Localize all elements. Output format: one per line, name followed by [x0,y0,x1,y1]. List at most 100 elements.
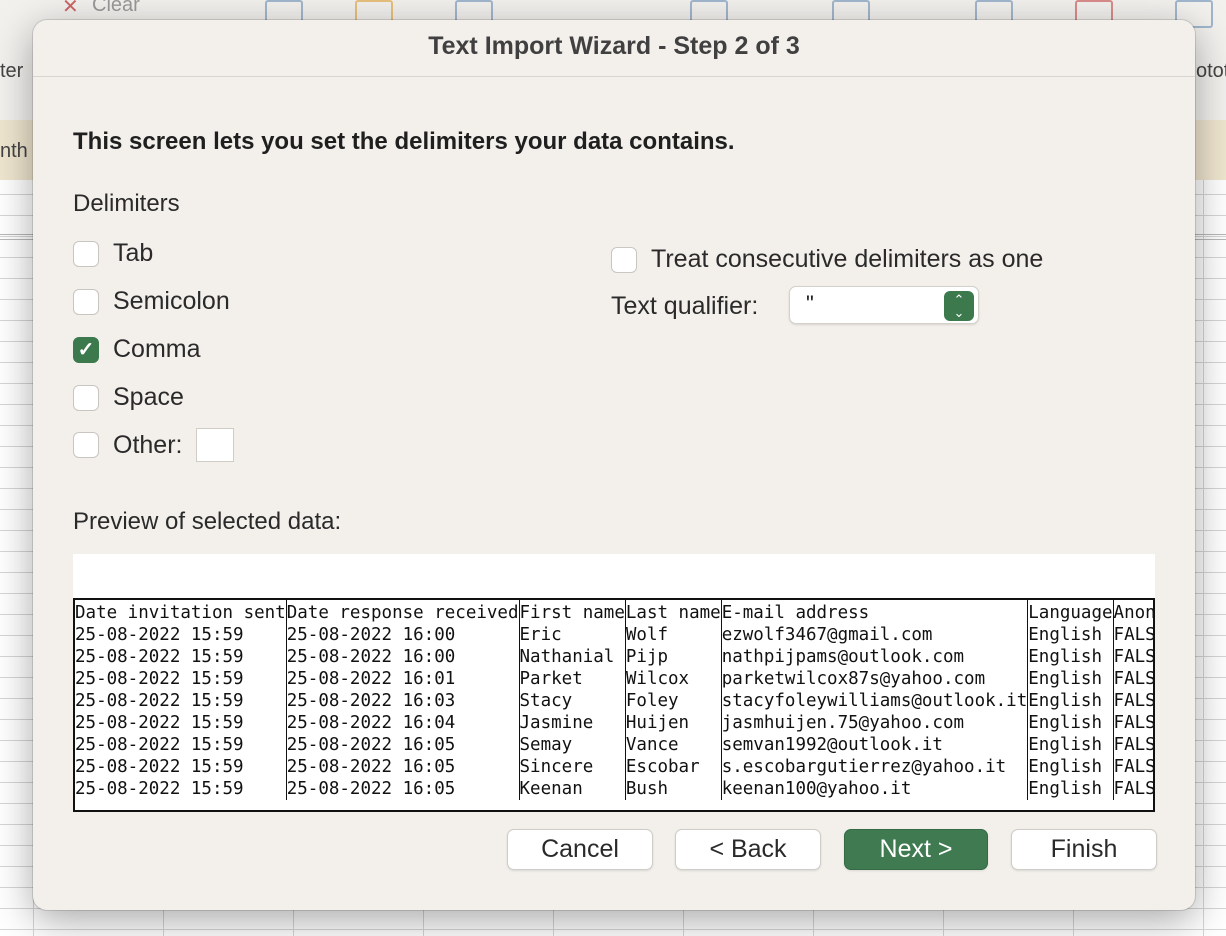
preview-row: 25-08-2022 15:59 25-08-2022 16:00 Eric Wolf… [75,624,1155,646]
preview-cell: Huijen [625,712,722,734]
title-divider [33,76,1195,77]
preview-header-cell: Anon [1113,600,1153,624]
tab-label: Tab [113,239,154,267]
preview-cell: 25-08-2022 16:03 [286,690,520,712]
preview-cell: English [1027,734,1114,756]
preview-cell: 25-08-2022 16:00 [286,646,520,668]
consecutive-delimiters-checkbox[interactable] [611,246,637,273]
preview-cell: stacyfoleywilliams@outlook.it [721,690,1029,712]
dialog-heading: This screen lets you set the delimiters … [73,128,735,155]
consecutive-delimiters-label: Treat consecutive delimiters as one [651,245,1044,273]
preview-cell: 25-08-2022 15:59 [75,646,287,668]
preview-cell: 25-08-2022 15:59 [75,712,287,734]
ribbon-fragment-right: otot [1196,60,1226,82]
preview-cell: Semay [519,734,626,756]
preview-cell: Stacy [519,690,626,712]
semicolon-checkbox[interactable] [73,288,99,315]
preview-cell: s.escobargutierrez@yahoo.it [721,756,1029,778]
text-import-wizard-dialog: Text Import Wizard - Step 2 of 3 This sc… [33,20,1195,910]
preview-cell: 25-08-2022 15:59 [75,624,287,646]
semicolon-label: Semicolon [113,287,230,315]
preview-cell: FALS [1113,624,1155,646]
preview-cell: Wolf [625,624,722,646]
preview-cell: FALS [1113,690,1155,712]
preview-cell: 25-08-2022 16:04 [286,712,520,734]
preview-cell: Parket [519,668,626,690]
preview-cell: 25-08-2022 16:05 [286,734,520,756]
text-qualifier-value: " [806,291,814,316]
preview-row: 25-08-2022 15:59 25-08-2022 16:03 Stacy Fol… [75,690,1155,712]
preview-header-cell: Date invitation sent [75,600,287,624]
space-checkbox[interactable] [73,384,99,411]
preview-cell: parketwilcox87s@yahoo.com [721,668,1029,690]
preview-cell: FALS [1113,712,1155,734]
preview-cell: FALS [1113,668,1155,690]
preview-cell: English [1027,690,1114,712]
next-button[interactable]: Next > [844,829,988,870]
preview-table: Date invitation sent Date response receiv… [75,600,1155,800]
cancel-button[interactable]: Cancel [507,829,653,870]
preview-ruler [73,554,1155,598]
data-preview[interactable]: Date invitation sent Date response receiv… [73,598,1155,812]
preview-cell: 25-08-2022 15:59 [75,734,287,756]
space-label: Space [113,383,184,411]
dialog-title: Text Import Wizard - Step 2 of 3 [428,32,800,60]
preview-row: 25-08-2022 15:59 25-08-2022 16:05 Keenan Bu… [75,778,1153,800]
clear-x-icon: ✕ [62,0,79,18]
other-label: Other: [113,430,183,459]
semicolon-checkbox-row[interactable]: Semicolon [73,287,230,316]
tab-checkbox[interactable] [73,240,99,267]
other-checkbox-row[interactable]: Other: [73,428,235,462]
preview-cell: Pijp [625,646,722,668]
preview-cell: 25-08-2022 15:59 [75,778,287,800]
preview-cell: FALS [1113,756,1155,778]
tab-checkbox-row[interactable]: Tab [73,239,153,268]
preview-cell: 25-08-2022 16:05 [286,778,520,800]
preview-header-cell: First name [519,600,626,624]
preview-row: 25-08-2022 15:59 25-08-2022 16:05 Semay Van… [75,734,1153,756]
space-checkbox-row[interactable]: Space [73,383,184,412]
preview-header-cell: Last name [625,600,722,624]
preview-cell: English [1027,668,1114,690]
delimiters-label: Delimiters [73,190,180,217]
formula-bar-fragment: nth [0,140,28,162]
consecutive-checkbox-row[interactable]: Treat consecutive delimiters as one [611,245,1043,274]
preview-cell: 25-08-2022 15:59 [75,690,287,712]
preview-cell: semvan1992@outlook.it [721,734,1029,756]
preview-cell: Foley [625,690,722,712]
comma-checkbox-row[interactable]: ✓ Comma [73,335,201,364]
preview-row: 25-08-2022 15:59 25-08-2022 16:01 Parket Wi… [75,668,1155,690]
comma-label: Comma [113,335,201,363]
text-qualifier-label: Text qualifier: [611,292,759,320]
preview-cell: Nathanial [519,646,626,668]
preview-cell: English [1027,624,1114,646]
preview-cell: Sincere [519,756,626,778]
preview-cell: English [1027,712,1114,734]
preview-cell: 25-08-2022 16:00 [286,624,520,646]
preview-cell: 25-08-2022 16:01 [286,668,520,690]
preview-row: 25-08-2022 15:59 25-08-2022 16:05 Sincere E… [75,756,1155,778]
checkmark-icon: ✓ [77,339,95,361]
preview-cell: keenan100@yahoo.it [721,778,1029,800]
finish-button[interactable]: Finish [1011,829,1157,870]
ribbon-fragment-left: ter [0,60,24,82]
back-button[interactable]: < Back [675,829,821,870]
preview-cell: Vance [625,734,722,756]
preview-cell: Jasmine [519,712,626,734]
preview-cell: Keenan [519,778,626,800]
preview-header-cell: Language [1027,600,1114,624]
comma-checkbox[interactable]: ✓ [73,336,99,363]
preview-cell: Wilcox [625,668,722,690]
preview-header-cell: Date response received [286,600,520,624]
other-delimiter-input[interactable] [196,428,235,462]
other-checkbox[interactable] [73,432,99,458]
preview-cell: ezwolf3467@gmail.com [721,624,1029,646]
preview-cell: 25-08-2022 15:59 [75,668,287,690]
preview-cell: English [1027,756,1114,778]
ribbon-clear-label[interactable]: Clear [92,0,140,17]
text-qualifier-select[interactable]: " ⌃ ⌄ [789,286,979,324]
preview-cell: English [1027,646,1114,668]
preview-cell: jasmhuijen.75@yahoo.com [721,712,1029,734]
preview-cell: Bush [625,778,722,800]
preview-cell: 25-08-2022 15:59 [75,756,287,778]
